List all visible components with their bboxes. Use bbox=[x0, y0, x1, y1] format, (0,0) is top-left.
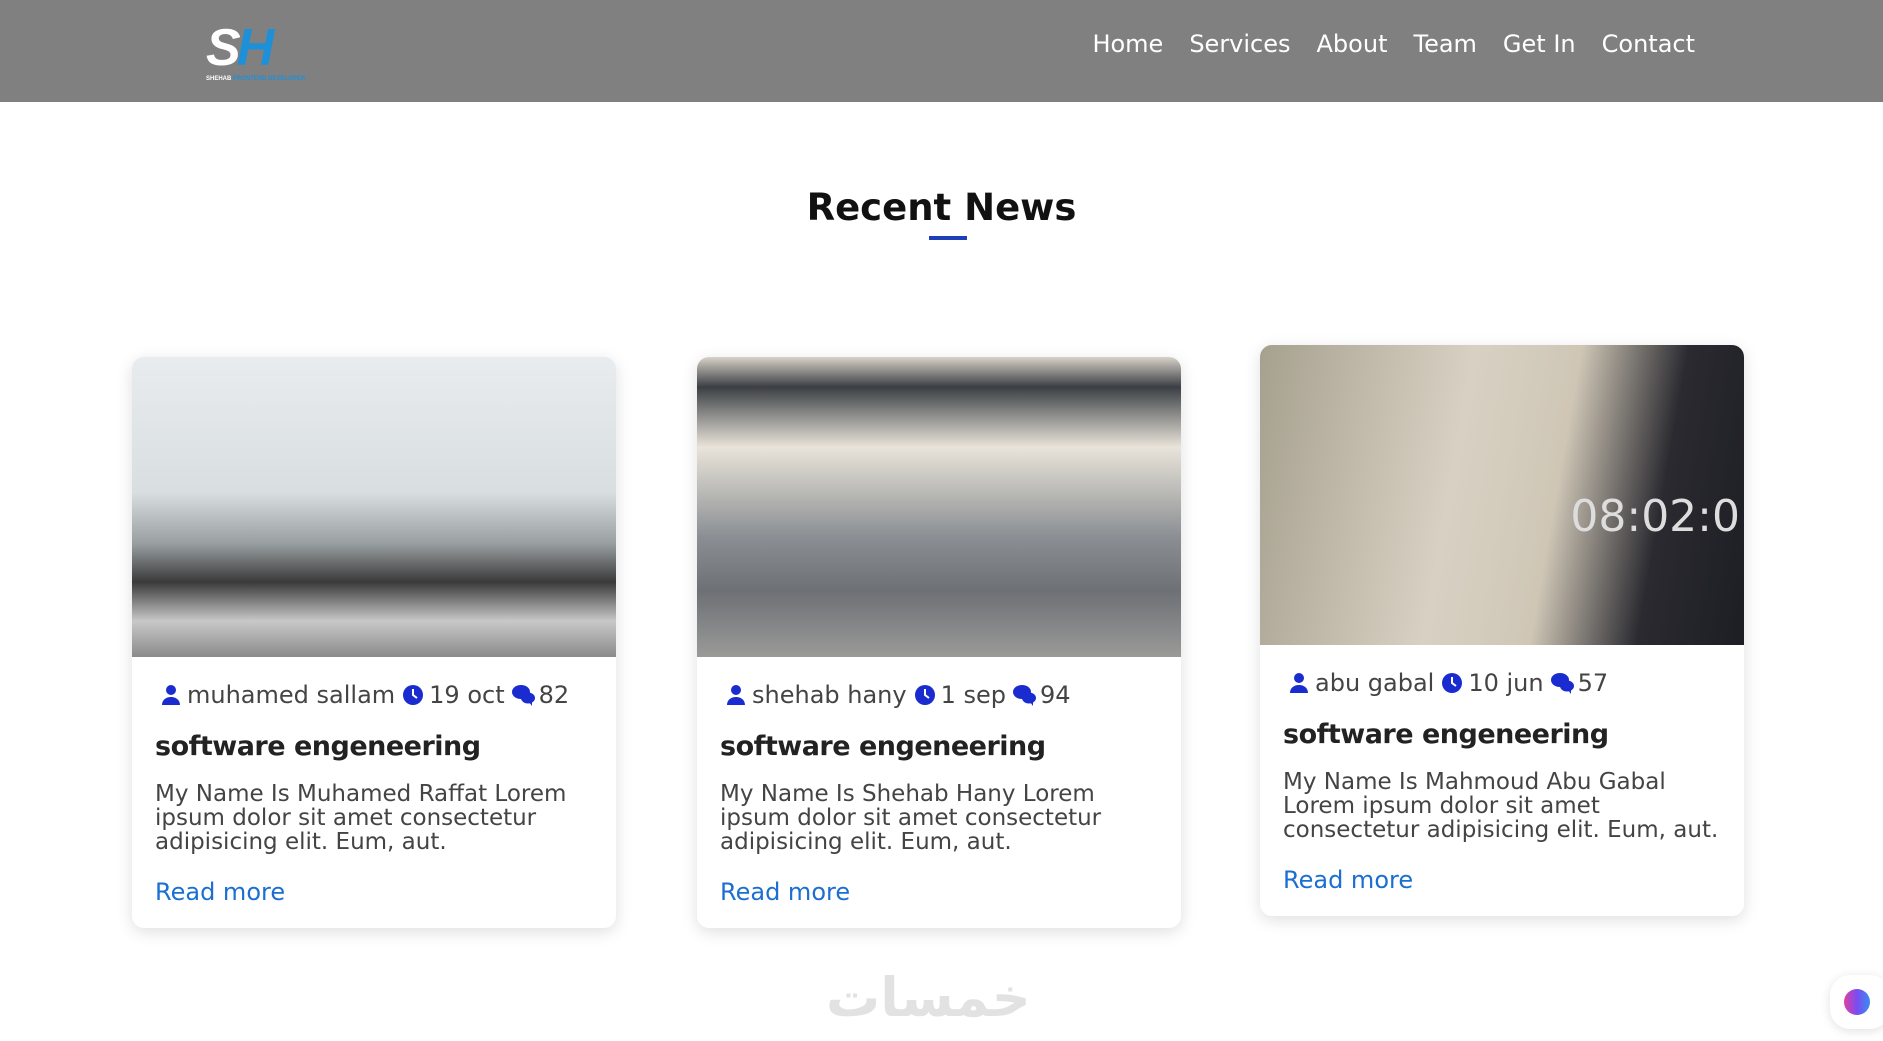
nav-about[interactable]: About bbox=[1317, 30, 1388, 58]
comment-count: 82 bbox=[538, 681, 570, 709]
news-image bbox=[132, 357, 616, 657]
news-image bbox=[697, 357, 1181, 657]
main-nav: Home Services About Team Get In Contact bbox=[1092, 30, 1695, 58]
author: muhamed sallam bbox=[187, 681, 396, 709]
date: 10 jun bbox=[1468, 669, 1544, 697]
date: 19 oct bbox=[429, 681, 505, 709]
assistant-button[interactable] bbox=[1830, 975, 1883, 1029]
author: abu gabal bbox=[1315, 669, 1435, 697]
comments-icon bbox=[1550, 673, 1574, 694]
read-more-link[interactable]: Read more bbox=[720, 878, 850, 906]
brain-icon bbox=[1844, 989, 1870, 1015]
news-card: shehab hany 1 sep 94 software engeneerin… bbox=[697, 357, 1181, 928]
title-underline bbox=[929, 236, 967, 240]
user-icon bbox=[162, 685, 180, 705]
read-more-link[interactable]: Read more bbox=[155, 878, 285, 906]
site-header: SH SHEHAB FRONTEND DEVELOPER Home Servic… bbox=[0, 0, 1883, 102]
section-title: Recent News bbox=[806, 186, 1077, 229]
news-image: 08:02:0 bbox=[1260, 345, 1744, 645]
news-title: software engeneering bbox=[720, 731, 1046, 762]
news-title: software engeneering bbox=[1283, 719, 1609, 750]
news-card: 08:02:0 abu gabal 10 jun 57 software eng… bbox=[1260, 345, 1744, 916]
date: 1 sep bbox=[940, 681, 1006, 709]
user-icon bbox=[727, 685, 745, 705]
news-text: My Name Is Mahmoud Abu Gabal Lorem ipsum… bbox=[1283, 769, 1719, 843]
comment-count: 94 bbox=[1040, 681, 1071, 709]
news-text: My Name Is Muhamed Raffat Lorem ipsum do… bbox=[155, 781, 567, 855]
image-clock-text: 08:02:0 bbox=[1570, 491, 1740, 542]
user-icon bbox=[1290, 673, 1308, 693]
clock-icon bbox=[403, 685, 424, 705]
news-meta: shehab hany 1 sep 94 bbox=[720, 681, 1158, 709]
news-meta: muhamed sallam 19 oct 82 bbox=[155, 681, 593, 709]
author: shehab hany bbox=[752, 681, 907, 709]
news-meta: abu gabal 10 jun 57 bbox=[1283, 669, 1721, 697]
nav-contact[interactable]: Contact bbox=[1602, 30, 1695, 58]
watermark-logo: خمسات bbox=[826, 966, 1031, 1029]
nav-services[interactable]: Services bbox=[1189, 30, 1290, 58]
news-text: My Name Is Shehab Hany Lorem ipsum dolor… bbox=[720, 781, 1102, 855]
comments-icon bbox=[511, 685, 535, 706]
news-card: muhamed sallam 19 oct 82 software engene… bbox=[132, 357, 616, 928]
logo[interactable]: SH SHEHAB FRONTEND DEVELOPER bbox=[206, 22, 305, 84]
clock-icon bbox=[1442, 673, 1463, 693]
comments-icon bbox=[1013, 685, 1036, 706]
nav-team[interactable]: Team bbox=[1413, 30, 1476, 58]
nav-home[interactable]: Home bbox=[1092, 30, 1163, 58]
nav-get-in[interactable]: Get In bbox=[1503, 30, 1576, 58]
comment-count: 57 bbox=[1577, 669, 1609, 697]
read-more-link[interactable]: Read more bbox=[1283, 866, 1413, 894]
clock-icon bbox=[914, 685, 935, 705]
news-title: software engeneering bbox=[155, 731, 481, 762]
